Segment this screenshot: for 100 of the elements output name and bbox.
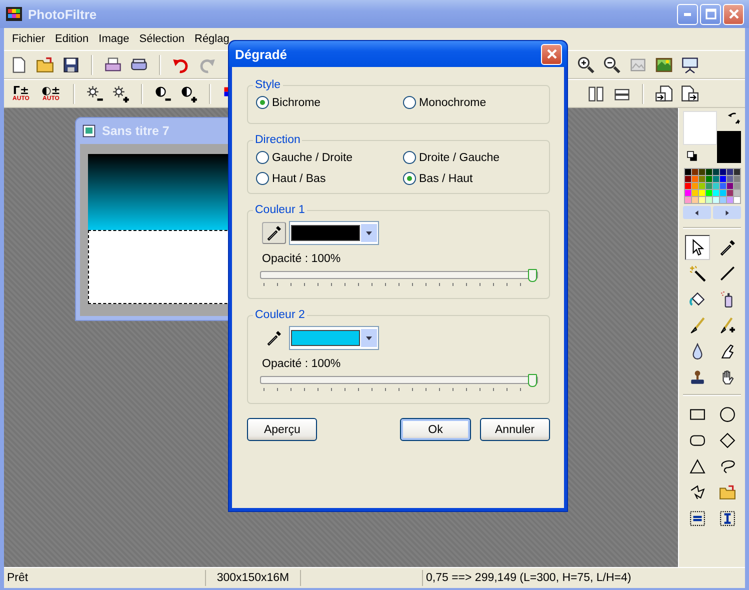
maximize-button[interactable] xyxy=(700,4,721,24)
palette-swatch[interactable] xyxy=(706,197,712,203)
palette-swatch[interactable] xyxy=(684,176,690,182)
menu-item[interactable]: Sélection xyxy=(134,33,190,45)
dialog-button[interactable]: Ok xyxy=(400,418,471,441)
radio-button[interactable]: Bas / Haut xyxy=(403,172,541,185)
new-page-icon[interactable] xyxy=(10,56,28,74)
palette-swatch[interactable] xyxy=(734,176,740,182)
palette-swatch[interactable] xyxy=(684,190,690,196)
page-arrow-icon[interactable] xyxy=(655,84,673,102)
previous-palette-button[interactable] xyxy=(683,206,711,219)
palette-swatch[interactable] xyxy=(726,197,732,203)
color-dropdown[interactable] xyxy=(289,221,379,245)
eyedropper-button[interactable] xyxy=(262,222,286,244)
palette-swatch[interactable] xyxy=(698,176,704,182)
palette-swatch[interactable] xyxy=(698,197,704,203)
palette-swatch[interactable] xyxy=(734,183,740,189)
palette-swatch[interactable] xyxy=(734,190,740,196)
palette-swatch[interactable] xyxy=(706,183,712,189)
text-selection-icon xyxy=(718,510,736,527)
palette-swatch[interactable] xyxy=(720,197,726,203)
folder-icon xyxy=(718,484,736,501)
palette-swatch[interactable] xyxy=(720,190,726,196)
radio-circle-icon[interactable] xyxy=(403,172,416,185)
radio-button[interactable]: Gauche / Droite xyxy=(256,151,403,164)
page-arrow-icon[interactable] xyxy=(681,84,699,102)
save-icon[interactable] xyxy=(62,56,80,74)
palette-swatch[interactable] xyxy=(720,183,726,189)
background-color[interactable] xyxy=(717,131,741,163)
group-label: Direction xyxy=(254,134,302,146)
radio-circle-icon[interactable] xyxy=(256,151,269,164)
next-palette-button[interactable] xyxy=(713,206,741,219)
menu-item[interactable]: Image xyxy=(94,33,134,45)
palette-swatch[interactable] xyxy=(720,169,726,175)
palette-swatch[interactable] xyxy=(684,197,690,203)
menu-item[interactable]: Edition xyxy=(50,33,94,45)
palette-swatch[interactable] xyxy=(684,169,690,175)
swap-arrows-icon[interactable] xyxy=(727,111,741,125)
palette-swatch[interactable] xyxy=(726,176,732,182)
color-dropdown[interactable] xyxy=(289,326,379,350)
radio-button[interactable]: Haut / Bas xyxy=(256,172,403,185)
radio-button[interactable]: Droite / Gauche xyxy=(403,151,541,164)
palette-swatch[interactable] xyxy=(692,190,698,196)
radio-circle-icon[interactable] xyxy=(256,172,269,185)
menu-item[interactable]: Fichier xyxy=(7,33,50,45)
palette-swatch[interactable] xyxy=(698,169,704,175)
radio-circle-icon[interactable] xyxy=(403,96,416,109)
palette-swatch[interactable] xyxy=(726,183,732,189)
radio-button[interactable]: Monochrome xyxy=(403,96,541,109)
palette-swatch[interactable] xyxy=(734,197,740,203)
brightness-minus-icon[interactable] xyxy=(86,84,104,102)
palette-swatch[interactable] xyxy=(698,190,704,196)
palette-swatch[interactable] xyxy=(712,190,718,196)
minimize-button[interactable] xyxy=(677,4,698,24)
palette-swatch[interactable] xyxy=(712,183,718,189)
radio-button[interactable]: Bichrome xyxy=(256,96,403,109)
palette-swatch[interactable] xyxy=(692,176,698,182)
palette-swatch[interactable] xyxy=(692,197,698,203)
brightness-plus-icon[interactable] xyxy=(112,84,130,102)
palette-swatch[interactable] xyxy=(692,183,698,189)
foreground-color[interactable] xyxy=(683,111,717,145)
radio-circle-icon[interactable] xyxy=(403,151,416,164)
close-button[interactable] xyxy=(723,4,744,24)
palette-swatch[interactable] xyxy=(720,176,726,182)
palette-swatch[interactable] xyxy=(698,183,704,189)
group-label: Couleur 1 xyxy=(254,204,306,216)
dialog-button[interactable]: Aperçu xyxy=(247,418,318,441)
palette-swatch[interactable] xyxy=(726,190,732,196)
two-pages-icon[interactable] xyxy=(587,84,605,102)
menu-item[interactable]: Réglag xyxy=(190,33,234,45)
palette-swatch[interactable] xyxy=(712,176,718,182)
document-title: Sans titre 7 xyxy=(102,124,170,138)
radio-circle-icon[interactable] xyxy=(256,96,269,109)
palette-swatch[interactable] xyxy=(706,190,712,196)
zoom-in-icon[interactable] xyxy=(577,56,595,74)
dialog-button[interactable]: Annuler xyxy=(480,418,550,441)
opacity-slider[interactable] xyxy=(260,271,538,279)
folder-icon[interactable] xyxy=(36,56,54,74)
pointer-tool[interactable] xyxy=(684,235,710,260)
projector-screen-icon[interactable] xyxy=(681,56,699,74)
palette-swatch[interactable] xyxy=(712,169,718,175)
default-colors-icon[interactable] xyxy=(686,150,698,162)
close-button[interactable] xyxy=(541,44,562,64)
slider-thumb[interactable] xyxy=(528,269,537,282)
slider-thumb[interactable] xyxy=(528,374,537,387)
printer-icon[interactable] xyxy=(104,56,122,74)
palette-swatch[interactable] xyxy=(712,197,718,203)
line-icon xyxy=(718,265,736,282)
palette-swatch[interactable] xyxy=(692,169,698,175)
contrast-minus-icon[interactable] xyxy=(154,84,172,102)
palette-swatch[interactable] xyxy=(726,169,732,175)
palette-swatch[interactable] xyxy=(706,169,712,175)
palette-swatch[interactable] xyxy=(734,169,740,175)
zoom-out-icon[interactable] xyxy=(603,56,621,74)
palette-swatch[interactable] xyxy=(706,176,712,182)
palette-swatch[interactable] xyxy=(684,183,690,189)
contrast-plus-icon[interactable] xyxy=(180,84,198,102)
opacity-slider[interactable] xyxy=(260,376,538,384)
circle-icon xyxy=(718,406,736,423)
picture-frame-icon[interactable] xyxy=(655,56,673,74)
